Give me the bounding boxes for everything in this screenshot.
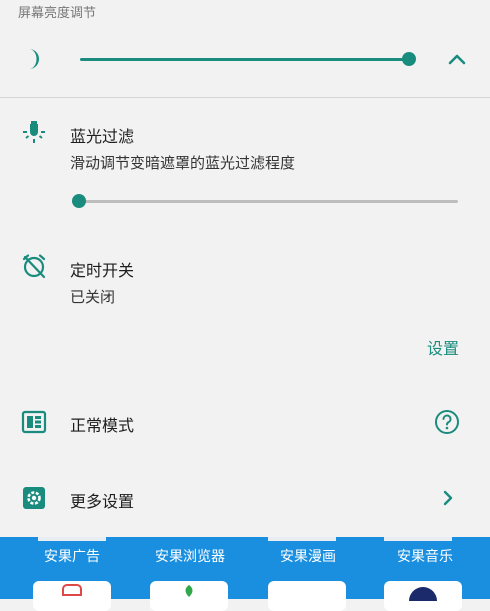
brightness-slider[interactable] — [80, 50, 417, 68]
app-tab-indicator — [384, 537, 452, 541]
brightness-section-label: 屏幕亮度调节 — [18, 6, 97, 21]
chevron-up-icon — [448, 54, 466, 65]
mode-icon — [20, 408, 48, 436]
timer-settings-link[interactable]: 设置 — [427, 335, 459, 359]
brightness-slider-track — [80, 58, 406, 61]
app-label[interactable]: 安果音乐 — [375, 546, 475, 566]
blue-light-title: 蓝光过滤 — [70, 127, 135, 146]
app-label[interactable]: 安果漫画 — [258, 546, 358, 566]
blue-light-subtitle: 滑动调节变暗遮罩的蓝光过滤程度 — [70, 154, 296, 172]
bulb-icon — [20, 118, 48, 146]
app-icon-comics[interactable] — [268, 581, 346, 611]
app-tab-indicator — [268, 537, 336, 541]
timer-status: 已关闭 — [70, 288, 116, 306]
moon-icon — [18, 44, 48, 74]
app-label[interactable]: 安果广告 — [22, 546, 122, 566]
brightness-slider-knob[interactable] — [402, 52, 417, 66]
gear-icon — [20, 484, 48, 512]
app-label[interactable]: 安果浏览器 — [140, 546, 240, 566]
app-tab-indicator — [38, 537, 106, 541]
app-icon-browser[interactable] — [150, 581, 228, 611]
app-icon-music[interactable] — [384, 581, 462, 611]
blue-light-slider-knob[interactable] — [72, 194, 86, 208]
blue-light-slider[interactable] — [72, 192, 460, 210]
app-icon-ads[interactable] — [33, 581, 111, 611]
timer-title: 定时开关 — [70, 261, 135, 280]
collapse-button[interactable] — [442, 46, 472, 72]
chevron-right-icon — [440, 488, 456, 508]
mode-label: 正常模式 — [70, 416, 135, 435]
more-settings-label: 更多设置 — [70, 492, 135, 511]
help-icon[interactable] — [434, 409, 460, 435]
divider — [0, 97, 490, 98]
alarm-off-icon — [20, 252, 48, 280]
blue-light-slider-track — [72, 200, 458, 203]
